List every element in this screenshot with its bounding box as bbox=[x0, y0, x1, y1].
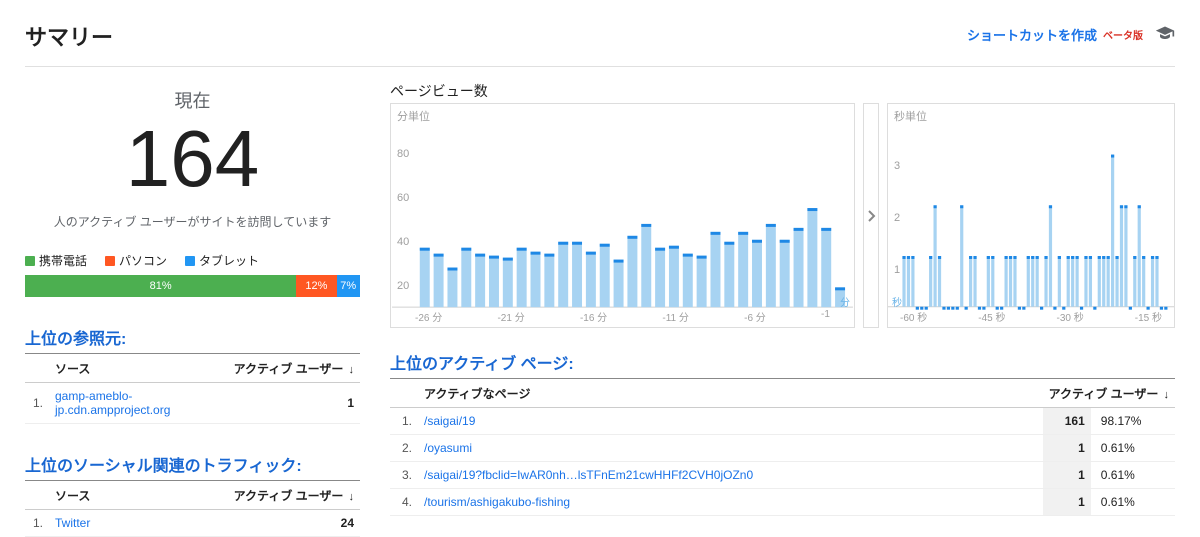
row-index: 1. bbox=[25, 383, 49, 424]
row-index: 2. bbox=[390, 435, 418, 462]
page-cell[interactable]: /oyasumi bbox=[418, 435, 1043, 462]
top-pages-table: アクティブなページ アクティブ ユーザー ↓ 1. /saigai/19 161… bbox=[390, 379, 1175, 516]
users-cell: 1 bbox=[1043, 435, 1091, 462]
swatch-tablet bbox=[185, 256, 195, 266]
users-cell: 1 bbox=[1043, 489, 1091, 516]
users-cell: 1 bbox=[228, 383, 360, 424]
section-top-social[interactable]: 上位のソーシャル関連のトラフィック: bbox=[25, 452, 360, 481]
source-cell[interactable]: Twitter bbox=[49, 510, 131, 537]
second-xticks: -60 秒 -45 秒 -30 秒 -15 秒 bbox=[888, 309, 1174, 324]
col-source[interactable]: ソース bbox=[49, 354, 228, 383]
pct-cell: 0.61% bbox=[1091, 435, 1175, 462]
users-cell: 24 bbox=[131, 510, 360, 537]
header: サマリー ショートカットを作成 ベータ版 bbox=[25, 20, 1175, 67]
top-pages-title: 上位のアクティブ ページ: bbox=[390, 350, 574, 374]
table-row[interactable]: 3. /saigai/19?fbclid=IwAR0nh…lsTFnEm21cw… bbox=[390, 462, 1175, 489]
table-row[interactable]: 1. gamp-ameblo-jp.cdn.ampproject.org 1 bbox=[25, 383, 360, 424]
col-users[interactable]: アクティブ ユーザー ↓ bbox=[228, 354, 360, 383]
beta-label: ベータ版 bbox=[1103, 27, 1143, 42]
table-row[interactable]: 4. /tourism/ashigakubo-fishing 1 0.61% bbox=[390, 489, 1175, 516]
xtick: -11 分 bbox=[662, 309, 689, 324]
xtick: -45 秒 bbox=[978, 309, 1005, 324]
top-social-table: ソース アクティブ ユーザー ↓ 1. Twitter 24 bbox=[25, 481, 360, 537]
xtick: -15 秒 bbox=[1135, 309, 1162, 324]
pageviews-title: ページビュー数 bbox=[390, 81, 1175, 101]
page-title: サマリー bbox=[25, 20, 113, 52]
minute-bars bbox=[391, 104, 854, 327]
table-row[interactable]: 1. /saigai/19 161 98.17% bbox=[390, 408, 1175, 435]
xtick: -1 bbox=[821, 309, 830, 324]
top-referrals-title: 上位の参照元: bbox=[25, 325, 126, 349]
create-shortcut-link[interactable]: ショートカットを作成 bbox=[967, 25, 1097, 44]
active-user-count: 164 bbox=[25, 119, 360, 199]
swatch-desktop bbox=[105, 256, 115, 266]
row-index: 1. bbox=[25, 510, 49, 537]
legend-mobile: 携帯電話 bbox=[39, 252, 87, 269]
row-index: 3. bbox=[390, 462, 418, 489]
axis-suffix-min: 分 bbox=[840, 294, 850, 309]
now-label: 現在 bbox=[25, 87, 360, 113]
device-seg-mobile: 81% bbox=[25, 275, 296, 297]
section-top-referrals[interactable]: 上位の参照元: bbox=[25, 325, 360, 354]
users-cell: 161 bbox=[1043, 408, 1091, 435]
legend-tablet: タブレット bbox=[199, 252, 259, 269]
col-users[interactable]: アクティブ ユーザー ↓ bbox=[1043, 379, 1175, 408]
second-bars bbox=[888, 104, 1174, 327]
page-cell[interactable]: /saigai/19?fbclid=IwAR0nh…lsTFnEm21cwHHF… bbox=[418, 462, 1043, 489]
axis-suffix-sec: 秒 bbox=[892, 294, 902, 309]
col-users[interactable]: アクティブ ユーザー ↓ bbox=[131, 481, 360, 510]
table-row[interactable]: 2. /oyasumi 1 0.61% bbox=[390, 435, 1175, 462]
xtick: -30 秒 bbox=[1057, 309, 1084, 324]
device-seg-tablet: 7% bbox=[337, 275, 360, 297]
swatch-mobile bbox=[25, 256, 35, 266]
users-cell: 1 bbox=[1043, 462, 1091, 489]
xtick: -21 分 bbox=[497, 309, 524, 324]
row-index: 1. bbox=[390, 408, 418, 435]
xtick: -26 分 bbox=[415, 309, 442, 324]
col-source[interactable]: ソース bbox=[49, 481, 131, 510]
pct-cell: 0.61% bbox=[1091, 462, 1175, 489]
pct-cell: 98.17% bbox=[1091, 408, 1175, 435]
table-row[interactable]: 1. Twitter 24 bbox=[25, 510, 360, 537]
row-index: 4. bbox=[390, 489, 418, 516]
col-page[interactable]: アクティブなページ bbox=[418, 379, 1043, 408]
header-actions: ショートカットを作成 ベータ版 bbox=[967, 24, 1175, 44]
legend-desktop: パソコン bbox=[119, 252, 167, 269]
chart-per-second: 秒単位 3 2 1 -60 秒-45 秒-30 秒-15 秒 秒 bbox=[887, 103, 1175, 328]
source-cell[interactable]: gamp-ameblo-jp.cdn.ampproject.org bbox=[49, 383, 228, 424]
xtick: -60 秒 bbox=[900, 309, 927, 324]
pct-cell: 0.61% bbox=[1091, 489, 1175, 516]
section-top-pages[interactable]: 上位のアクティブ ページ: bbox=[390, 350, 1175, 379]
device-seg-desktop: 12% bbox=[296, 275, 336, 297]
xtick: -6 分 bbox=[744, 309, 766, 324]
active-user-caption: 人のアクティブ ユーザーがサイトを訪問しています bbox=[25, 213, 360, 230]
top-referrals-table: ソース アクティブ ユーザー ↓ 1. gamp-ameblo-jp.cdn.a… bbox=[25, 354, 360, 424]
xtick: -16 分 bbox=[580, 309, 607, 324]
device-breakdown-bar: 81% 12% 7% bbox=[25, 275, 360, 297]
page-cell[interactable]: /saigai/19 bbox=[418, 408, 1043, 435]
minute-xticks: -26 分 -21 分 -16 分 -11 分 -6 分 -1 bbox=[391, 309, 854, 324]
device-legend: 携帯電話 パソコン タブレット bbox=[25, 252, 360, 269]
education-icon[interactable] bbox=[1155, 24, 1175, 44]
chart-per-minute: 分単位 80 60 40 20 -26 分-21 分-16 分-11 分-6 分… bbox=[390, 103, 855, 328]
chart-expand-toggle[interactable] bbox=[863, 103, 879, 328]
top-social-title: 上位のソーシャル関連のトラフィック: bbox=[25, 452, 302, 476]
page-cell[interactable]: /tourism/ashigakubo-fishing bbox=[418, 489, 1043, 516]
